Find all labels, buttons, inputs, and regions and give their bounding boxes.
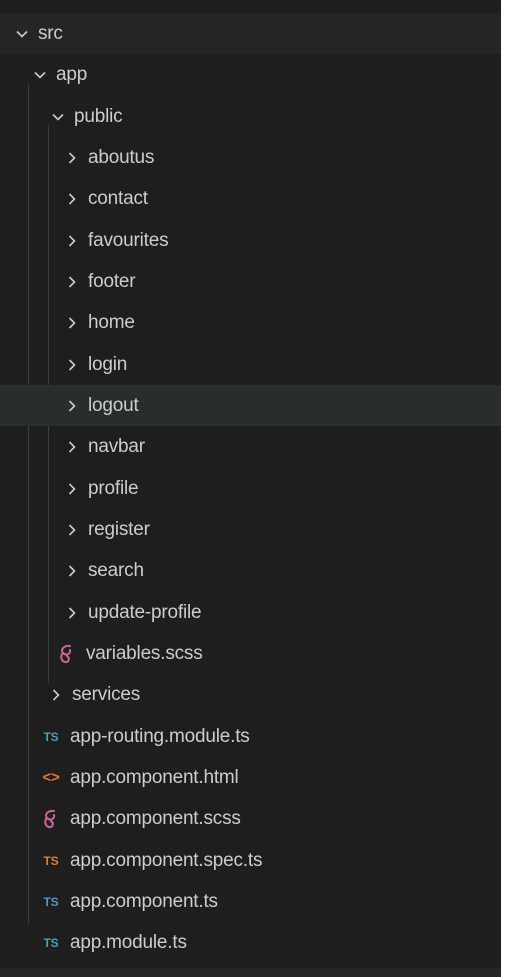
- panel-bottom-edge: [0, 968, 501, 977]
- tree-folder-register[interactable]: register: [0, 509, 501, 550]
- file-label: app.component.spec.ts: [70, 849, 263, 871]
- sass-icon: [56, 644, 78, 664]
- tree-file-variables-scss[interactable]: variables.scss: [0, 633, 501, 674]
- file-label: app.component.html: [70, 766, 239, 788]
- file-explorer: src app public aboutus contact favourite…: [0, 0, 501, 977]
- chevron-right-icon: [62, 479, 82, 499]
- folder-label: public: [74, 105, 123, 127]
- tree-folder-login[interactable]: login: [0, 344, 501, 385]
- tree-folder-profile[interactable]: profile: [0, 468, 501, 509]
- folder-label: login: [88, 353, 128, 375]
- chevron-right-icon: [62, 396, 82, 416]
- folder-label: favourites: [88, 229, 169, 251]
- typescript-test-icon: TS: [43, 853, 59, 868]
- chevron-right-icon: [62, 272, 82, 292]
- tree-folder-contact[interactable]: contact: [0, 178, 501, 219]
- tree-folder-aboutus[interactable]: aboutus: [0, 137, 501, 178]
- folder-label: search: [88, 559, 144, 581]
- file-label: app.component.ts: [70, 890, 218, 912]
- tree-folder-src[interactable]: src: [0, 13, 501, 55]
- chevron-right-icon: [62, 520, 82, 540]
- chevron-right-icon: [46, 685, 66, 705]
- tree-file-app-component-scss[interactable]: app.component.scss: [0, 798, 501, 839]
- folder-label: home: [88, 311, 135, 333]
- file-label: app.module.ts: [70, 931, 187, 953]
- folder-label: logout: [88, 394, 139, 416]
- folder-label: navbar: [88, 435, 145, 457]
- typescript-icon: TS: [43, 935, 59, 950]
- chevron-right-icon: [62, 603, 82, 623]
- sass-icon: [40, 809, 62, 829]
- html-icon: <>: [42, 769, 60, 787]
- file-label: app-routing.module.ts: [70, 725, 250, 747]
- tree-file-app-component-spec-ts[interactable]: TS app.component.spec.ts: [0, 840, 501, 881]
- file-label: app.component.scss: [70, 807, 241, 829]
- chevron-right-icon: [62, 189, 82, 209]
- folder-label: services: [72, 683, 141, 705]
- tree-file-app-component-html[interactable]: <> app.component.html: [0, 757, 501, 798]
- folder-label: app: [56, 63, 88, 85]
- chevron-right-icon: [62, 561, 82, 581]
- folder-label: aboutus: [88, 146, 155, 168]
- folder-label: profile: [88, 477, 139, 499]
- chevron-down-icon: [30, 65, 50, 85]
- tree-folder-update-profile[interactable]: update-profile: [0, 592, 501, 633]
- tree-folder-services[interactable]: services: [0, 674, 501, 715]
- folder-label: register: [88, 518, 150, 540]
- tree-folder-logout[interactable]: logout: [0, 385, 501, 427]
- typescript-icon: TS: [43, 729, 59, 744]
- chevron-right-icon: [62, 355, 82, 375]
- chevron-down-icon: [48, 107, 68, 127]
- folder-label: contact: [88, 187, 148, 209]
- tree-folder-public[interactable]: public: [0, 96, 501, 137]
- folder-label: src: [38, 22, 63, 44]
- chevron-right-icon: [62, 437, 82, 457]
- folder-label: update-profile: [88, 601, 202, 623]
- typescript-icon: TS: [43, 894, 59, 909]
- tree-file-app-component-ts[interactable]: TS app.component.ts: [0, 881, 501, 922]
- tree-file-app-module-ts[interactable]: TS app.module.ts: [0, 922, 501, 963]
- tree-folder-navbar[interactable]: navbar: [0, 426, 501, 467]
- tree-folder-search[interactable]: search: [0, 550, 501, 591]
- tree-folder-home[interactable]: home: [0, 302, 501, 343]
- chevron-right-icon: [62, 148, 82, 168]
- tree-file-app-routing-module-ts[interactable]: TS app-routing.module.ts: [0, 716, 501, 757]
- tree-folder-footer[interactable]: footer: [0, 261, 501, 302]
- chevron-right-icon: [62, 231, 82, 251]
- file-label: variables.scss: [86, 642, 203, 664]
- tree-folder-favourites[interactable]: favourites: [0, 220, 501, 261]
- tree-folder-app[interactable]: app: [0, 54, 501, 95]
- chevron-right-icon: [62, 313, 82, 333]
- folder-label: footer: [88, 270, 136, 292]
- chevron-down-icon: [12, 24, 32, 44]
